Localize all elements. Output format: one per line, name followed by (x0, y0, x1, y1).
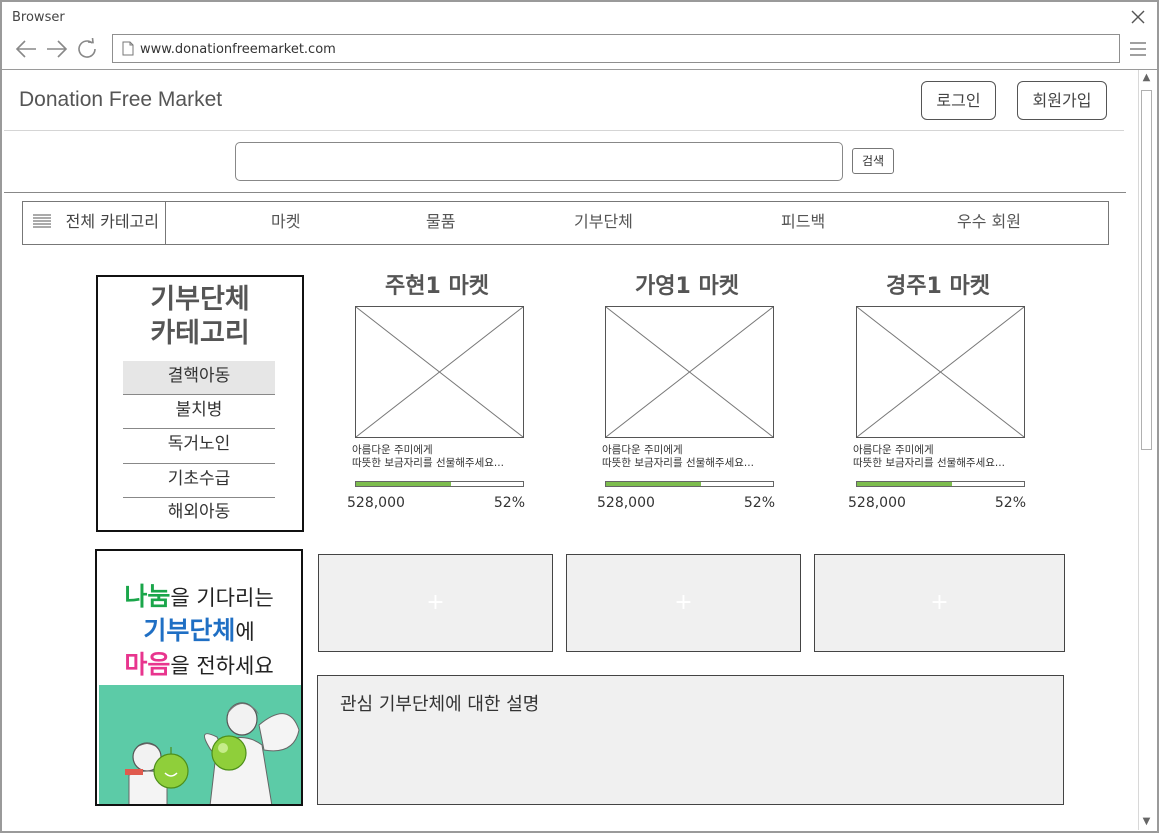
address-bar[interactable]: www.donationfreemarket.com (112, 34, 1120, 63)
vertical-scrollbar[interactable]: ▲ ▼ (1138, 70, 1154, 830)
organization-description-box: 관심 기부단체에 대한 설명 (317, 675, 1064, 805)
progress-bar (355, 481, 524, 487)
raised-amount: 528,000 (347, 495, 405, 511)
nav-item-feedback[interactable]: 피드백 (781, 202, 825, 244)
category-item[interactable]: 기초수급 (123, 464, 275, 497)
donation-banner[interactable]: 나눔을 기다리는 기부단체에 마음을 전하세요 (95, 549, 303, 806)
market-description-line: 따뜻한 보금자리를 선물해주세요... (853, 457, 1005, 469)
search-divider (4, 192, 1126, 193)
market-description: 아름다운 주미에게 따뜻한 보금자리를 선물해주세요... (853, 444, 1033, 470)
market-name[interactable]: 경주1 마켓 (848, 268, 1028, 300)
banner-text: 에 (235, 620, 255, 644)
banner-highlight: 기부단체 (143, 616, 236, 645)
forward-arrow-icon[interactable] (45, 38, 69, 60)
add-slot-button[interactable]: + (318, 554, 553, 652)
banner-text: 을 전하세요 (170, 654, 274, 678)
image-placeholder-icon (605, 306, 774, 438)
progress-fill (356, 482, 452, 486)
banner-highlight: 마음 (124, 650, 171, 679)
category-item[interactable]: 독거노인 (123, 429, 275, 462)
progress-bar (856, 481, 1025, 487)
nav-item-goods[interactable]: 물품 (426, 202, 455, 244)
window-title: Browser (12, 10, 65, 25)
progress-fill (606, 482, 702, 486)
scroll-down-icon[interactable]: ▼ (1139, 814, 1154, 830)
market-description-line: 아름다운 주미에게 (602, 444, 683, 456)
image-placeholder-icon (856, 306, 1025, 438)
scroll-up-icon[interactable]: ▲ (1139, 70, 1154, 86)
raised-amount: 528,000 (848, 495, 906, 511)
category-heading-line2: 카테고리 (150, 318, 250, 349)
category-heading: 기부단체 카테고리 (98, 283, 302, 351)
back-arrow-icon[interactable] (14, 38, 38, 60)
banner-illustration (99, 685, 301, 804)
banner-line: 기부단체에 (97, 611, 301, 647)
progress-bar (605, 481, 774, 487)
add-slot-button[interactable]: + (814, 554, 1065, 652)
image-placeholder-icon (355, 306, 524, 438)
progress-percent: 52% (743, 495, 775, 511)
category-nav: 전체 카테고리 마켓 물품 기부단체 피드백 우수 회원 (22, 201, 1109, 245)
all-categories-label: 전체 카테고리 (65, 212, 159, 231)
chrome-divider (2, 69, 1157, 70)
category-heading-line1: 기부단체 (150, 284, 250, 315)
banner-line: 마음을 전하세요 (97, 645, 301, 681)
raised-amount: 528,000 (597, 495, 655, 511)
market-description: 아름다운 주미에게 따뜻한 보금자리를 선물해주세요... (602, 444, 782, 470)
nav-item-organizations[interactable]: 기부단체 (574, 202, 633, 244)
banner-line: 나눔을 기다리는 (97, 577, 301, 613)
search-button[interactable]: 검색 (852, 148, 894, 174)
organization-category-panel: 기부단체 카테고리 결핵아동 불치병 독거노인 기초수급 해외아동 (96, 275, 304, 532)
all-categories-button[interactable]: 전체 카테고리 (23, 202, 166, 244)
nav-item-market[interactable]: 마켓 (271, 202, 300, 244)
category-item[interactable]: 해외아동 (123, 497, 275, 530)
banner-text: 을 기다리는 (170, 586, 274, 610)
site-title[interactable]: Donation Free Market (19, 88, 222, 112)
close-icon[interactable] (1129, 8, 1147, 26)
banner-highlight: 나눔 (124, 582, 171, 611)
progress-fill (857, 482, 953, 486)
signup-button[interactable]: 회원가입 (1017, 81, 1107, 120)
url-text: www.donationfreemarket.com (140, 42, 336, 57)
market-description-line: 아름다운 주미에게 (853, 444, 934, 456)
organization-description-text: 관심 기부단체에 대한 설명 (340, 694, 540, 715)
market-description-line: 따뜻한 보금자리를 선물해주세요... (352, 457, 504, 469)
header-divider (4, 130, 1124, 131)
category-item[interactable]: 불치병 (123, 395, 275, 428)
login-button[interactable]: 로그인 (921, 81, 996, 120)
add-slot-button[interactable]: + (566, 554, 801, 652)
progress-percent: 52% (493, 495, 525, 511)
progress-percent: 52% (994, 495, 1026, 511)
browser-window: Browser www.donationfreemarket.com ▲ ▼ D… (0, 0, 1159, 833)
title-bar: Browser (2, 2, 1157, 34)
market-description: 아름다운 주미에게 따뜻한 보금자리를 선물해주세요... (352, 444, 532, 470)
market-name[interactable]: 가영1 마켓 (597, 268, 777, 300)
nav-item-top-members[interactable]: 우수 회원 (957, 202, 1021, 244)
search-input[interactable] (235, 142, 843, 181)
market-description-line: 아름다운 주미에게 (352, 444, 433, 456)
category-item[interactable]: 결핵아동 (123, 361, 275, 394)
scroll-thumb[interactable] (1141, 90, 1152, 450)
market-name[interactable]: 주현1 마켓 (347, 268, 527, 300)
market-description-line: 따뜻한 보금자리를 선물해주세요... (602, 457, 754, 469)
menu-icon[interactable] (1129, 40, 1147, 58)
reload-icon[interactable] (76, 38, 100, 60)
list-icon (33, 214, 51, 228)
page-icon (122, 41, 134, 56)
